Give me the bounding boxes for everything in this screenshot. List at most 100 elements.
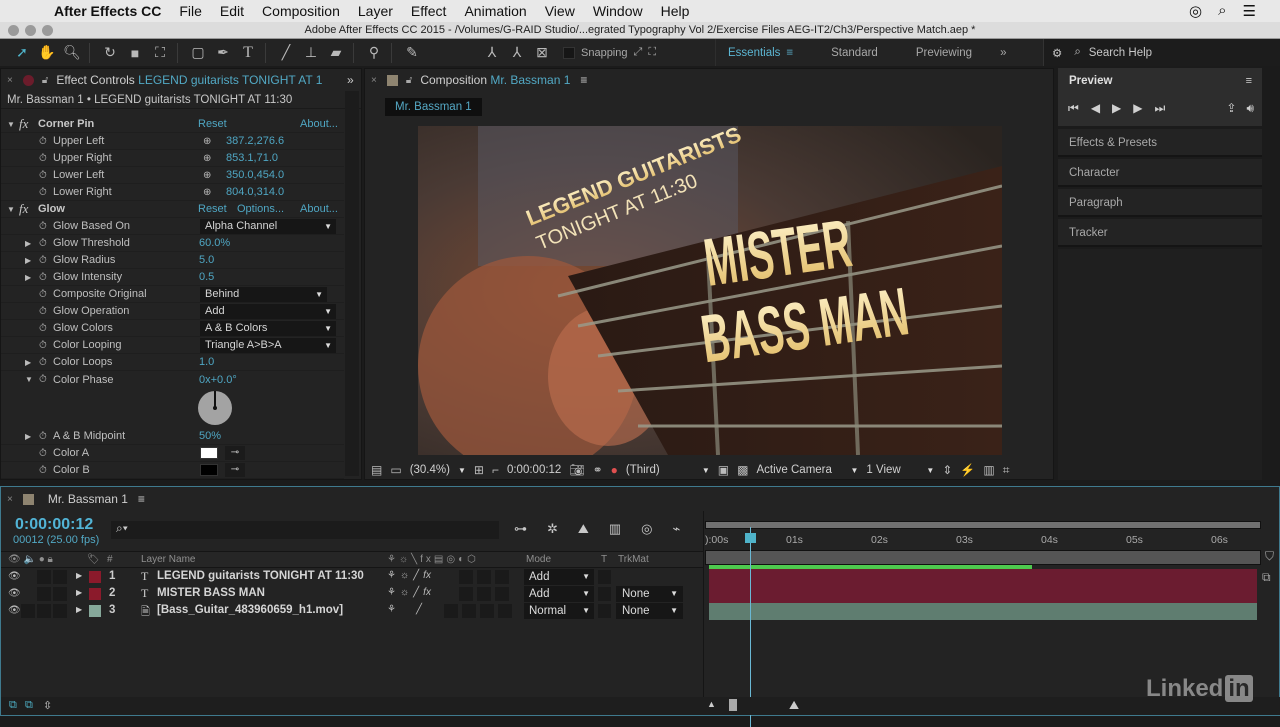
audio-icon[interactable]: 🔊︎ [1246, 101, 1254, 116]
column-layer-name[interactable]: Layer Name [141, 554, 195, 565]
stopwatch-icon[interactable]: ⏱ [39, 238, 47, 249]
prop-value[interactable]: 350.0,454.0 [226, 169, 284, 181]
dropdown-arrow-icon[interactable]: ▼ [702, 466, 710, 475]
zoom-in-icon[interactable]: ⛰ [789, 698, 799, 713]
layer-duration-bar[interactable] [709, 586, 1257, 603]
zoom-window-button[interactable] [42, 25, 53, 36]
layer-name[interactable]: LEGEND guitarists TONIGHT AT 11:30 [157, 570, 364, 582]
more-workspaces-icon[interactable]: » [1000, 47, 1006, 59]
fx-icon[interactable]: fx [19, 116, 28, 132]
snapping-control[interactable]: Snapping ⤢ ⛶ [563, 46, 656, 59]
timeline-search-input[interactable]: ⌕▾ [111, 521, 499, 539]
layer-row[interactable]: 👁 ▶ 2 T MISTER BASS MAN ⚘ ☼ ╱ fx Add ▼ None ▼ [1, 586, 703, 603]
switch-box[interactable] [494, 570, 509, 584]
shy-switch-icon[interactable]: ⚘ [387, 570, 396, 584]
zoom-tool-icon[interactable]: 🔍︎ [61, 42, 83, 64]
preserve-transparency-checkbox[interactable] [598, 587, 611, 601]
view-axis-icon[interactable]: ⊠ [531, 42, 553, 64]
panel-menu-icon[interactable]: ≡ [1246, 75, 1252, 87]
world-axis-icon[interactable]: ⅄ [506, 42, 528, 64]
track-matte-dropdown[interactable]: None ▼ [616, 586, 683, 602]
workspace-menu-icon[interactable]: ≡ [786, 47, 793, 59]
timeline-tab[interactable]: × Mr. Bassman 1 ≡ [1, 487, 1279, 511]
layer-row[interactable]: 👁 ▶ 1 T LEGEND guitarists TONIGHT AT 11:… [1, 569, 703, 586]
glow-based-on-dropdown[interactable]: Alpha Channel ▼ [200, 218, 336, 234]
prop-value[interactable]: 50% [199, 430, 221, 442]
cti-head[interactable] [744, 533, 756, 543]
menu-animation[interactable]: Animation [464, 3, 526, 19]
layer-label-color[interactable] [89, 571, 101, 583]
menu-effect[interactable]: Effect [411, 3, 447, 19]
type-tool-icon[interactable]: T [237, 42, 259, 64]
timeline-icon[interactable]: ▥ [983, 463, 994, 477]
stopwatch-icon[interactable]: ⏱ [39, 340, 47, 351]
prop-value[interactable]: 5.0 [199, 254, 214, 266]
track-matte-dropdown[interactable]: None ▼ [616, 603, 683, 619]
color-looping-dropdown[interactable]: Triangle A>B>A ▼ [200, 337, 336, 353]
brush-tool-icon[interactable]: ╱ [275, 42, 297, 64]
glow-options-link[interactable]: Options... [237, 203, 284, 215]
monitor-icon[interactable]: ▭ [390, 463, 401, 477]
effect-controls-tab[interactable]: × 🔓︎ Effect Controls LEGEND guitarists T… [1, 69, 361, 91]
prop-value[interactable]: 1.0 [199, 356, 214, 368]
collapse-switch-icon[interactable]: ☼ [400, 570, 409, 584]
shy-switch-icon[interactable]: ⚘ [387, 587, 396, 601]
loop-icon[interactable]: ⇪ [1226, 101, 1236, 116]
last-frame-icon[interactable]: ⏭ [1155, 101, 1166, 116]
always-preview-icon[interactable]: ▤ [371, 463, 382, 477]
zoom-out-icon[interactable]: ▲ [707, 699, 716, 709]
switch-box[interactable] [462, 604, 476, 618]
menu-file[interactable]: File [179, 3, 202, 19]
draft-3d-icon[interactable]: ✲ [547, 521, 558, 537]
comp-flow-tab[interactable]: Mr. Bassman 1 [385, 98, 482, 116]
rectangle-tool-icon[interactable]: ▢ [187, 42, 209, 64]
grid-guides-icon[interactable]: ⊞ [474, 463, 484, 477]
rotation-tool-icon[interactable]: ↻ [99, 42, 121, 64]
stopwatch-icon[interactable]: ⏱ [39, 153, 47, 164]
stopwatch-icon[interactable]: ⏱ [39, 255, 47, 266]
previous-frame-icon[interactable]: ◀ [1091, 101, 1100, 116]
toggle-pixel-aspect-icon[interactable]: ⇕ [942, 463, 952, 477]
lock-switch[interactable] [53, 604, 67, 618]
frame-blending-icon[interactable]: ▥ [609, 521, 621, 537]
preserve-transparency-checkbox[interactable] [598, 570, 611, 584]
color-b-swatch[interactable] [200, 464, 218, 476]
blend-mode-dropdown[interactable]: Normal ▼ [524, 603, 594, 619]
stopwatch-icon[interactable]: ⏱ [39, 187, 47, 198]
roto-brush-tool-icon[interactable]: ⚲ [363, 42, 385, 64]
composition-mini-flowchart-icon[interactable]: ⊶ [514, 521, 527, 537]
stopwatch-icon[interactable]: ⏱ [39, 357, 47, 368]
hand-tool-icon[interactable]: ✋ [36, 42, 58, 64]
crosshair-icon[interactable]: ⊕ [203, 153, 211, 164]
solo-switch[interactable] [37, 604, 51, 618]
current-time-display[interactable]: 0:00:00:12 [507, 464, 561, 476]
snapping-checkbox[interactable] [563, 46, 575, 59]
region-of-interest-icon[interactable]: ▣ [718, 463, 729, 477]
prop-value[interactable]: 0.5 [199, 271, 214, 283]
switch-box[interactable] [476, 570, 491, 584]
pen-tool-icon[interactable]: ✒ [212, 42, 234, 64]
crosshair-icon[interactable]: ⊕ [203, 170, 211, 181]
preserve-transparency-checkbox[interactable] [598, 604, 611, 618]
view-layout-dropdown[interactable]: 1 View [866, 464, 918, 476]
close-panel-icon[interactable]: × [7, 75, 13, 86]
eraser-tool-icon[interactable]: ▰ [325, 42, 347, 64]
snap-edges-icon[interactable]: ⤢ [634, 46, 643, 59]
dropdown-arrow-icon[interactable]: ▼ [850, 466, 858, 475]
lock-icon[interactable]: 🔓︎ [406, 75, 412, 86]
fast-previews-icon[interactable]: ⚡ [960, 463, 975, 477]
transfer-controls-toggle-icon[interactable]: ⧉ [25, 699, 33, 712]
solo-switch[interactable] [37, 587, 51, 601]
snapshot-camera-icon[interactable]: 📷︎ [569, 463, 584, 477]
switch-box[interactable] [444, 604, 458, 618]
stopwatch-icon[interactable]: ⏱ [39, 272, 47, 283]
spotlight-search-icon[interactable]: ⌕ [1218, 2, 1226, 20]
timeline-current-time[interactable]: 0:00:00:12 [15, 516, 93, 534]
expand-triangle-icon[interactable]: ▶ [76, 571, 82, 580]
eyedropper-icon[interactable]: ⊸ [225, 463, 245, 477]
dropdown-arrow-icon[interactable]: ▼ [926, 466, 934, 475]
workspace-essentials[interactable]: Essentials [728, 47, 780, 59]
graph-editor-icon[interactable]: ⌁ [672, 521, 680, 537]
quality-switch-icon[interactable]: ╱ [413, 570, 419, 584]
collapse-switch-icon[interactable]: ☼ [400, 587, 409, 601]
